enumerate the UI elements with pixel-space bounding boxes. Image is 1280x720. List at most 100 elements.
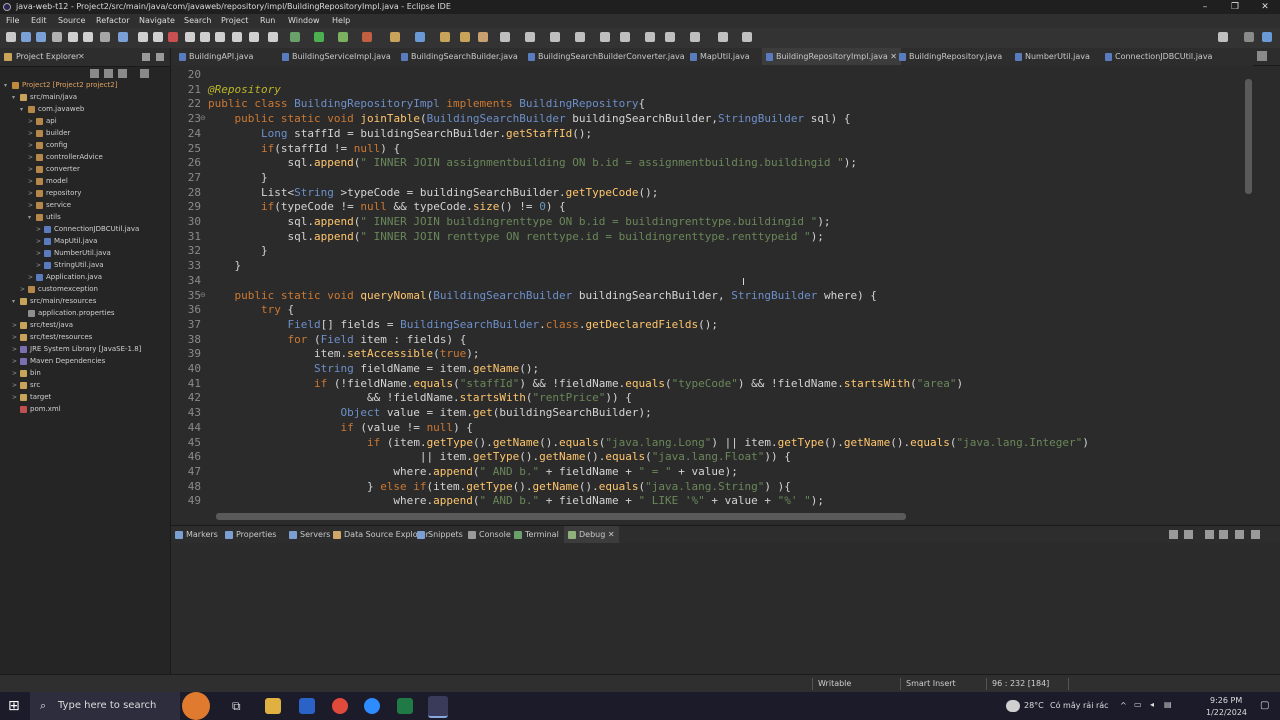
editor-horizontal-scrollbar[interactable]	[206, 512, 1244, 521]
code-line[interactable]: try {	[208, 303, 294, 316]
menu-project[interactable]: Project	[221, 14, 248, 28]
resume-icon[interactable]	[138, 32, 148, 42]
tree-item[interactable]: pom.xml	[12, 403, 61, 415]
bottom-tab[interactable]: Snippets	[417, 526, 463, 543]
cut-icon[interactable]	[100, 32, 110, 42]
editor-tab[interactable]: BuildingSearchBuilderConverter.java	[524, 48, 689, 65]
code-editor[interactable]: 20 21 @Repository 22 public class BuildingRe…	[171, 65, 1246, 512]
tree-item[interactable]: > bin	[12, 367, 41, 379]
tree-item[interactable]: > MapUtil.java	[36, 235, 97, 247]
tree-item[interactable]: > StringUtil.java	[36, 259, 104, 271]
expanded-arrow-icon[interactable]: ▾	[4, 80, 12, 92]
java-ee-perspective-icon[interactable]	[1244, 32, 1254, 42]
open-task-icon[interactable]	[460, 32, 470, 42]
code-line[interactable]: sql.append(" INNER JOIN renttype ON rent…	[208, 230, 823, 243]
bottom-tab[interactable]: Servers	[289, 526, 330, 543]
tree-item[interactable]: > config	[28, 139, 67, 151]
java-perspective-icon[interactable]	[1262, 32, 1272, 42]
code-line[interactable]: }	[208, 171, 268, 184]
tree-item[interactable]: application.properties	[20, 307, 115, 319]
step-into-icon[interactable]	[200, 32, 210, 42]
code-line[interactable]: if (!fieldName.equals("staffId") && !fie…	[208, 377, 963, 390]
previous-annotation-icon[interactable]	[620, 32, 630, 42]
minimize-panel-icon[interactable]	[1235, 530, 1244, 539]
tray-chevron-icon[interactable]: ^	[1120, 701, 1127, 710]
toggle-mark-occurrences-icon[interactable]	[500, 32, 510, 42]
tree-item[interactable]: > target	[12, 391, 51, 403]
zoom-icon[interactable]	[364, 698, 380, 714]
search-icon[interactable]	[478, 32, 488, 42]
menu-refactor[interactable]: Refactor	[96, 14, 130, 28]
undo-icon[interactable]	[68, 32, 78, 42]
expanded-arrow-icon[interactable]: ▾	[12, 296, 20, 308]
expanded-arrow-icon[interactable]: ▾	[28, 212, 36, 224]
bottom-menu-icon[interactable]	[1219, 530, 1228, 539]
remove-terminated-icon[interactable]	[1184, 530, 1193, 539]
debug-icon[interactable]	[290, 32, 300, 42]
bottom-tab[interactable]: Markers	[175, 526, 218, 543]
close-view-icon[interactable]: ✕	[78, 48, 85, 66]
show-whitespace-icon[interactable]	[550, 32, 560, 42]
close-tab-icon[interactable]: ✕	[605, 530, 615, 539]
run-icon[interactable]	[314, 32, 324, 42]
tree-item[interactable]: > customexception	[20, 283, 98, 295]
volume-icon[interactable]: ◂	[1150, 700, 1154, 709]
code-line[interactable]: String fieldName = item.getName();	[208, 362, 539, 375]
code-line[interactable]: Object value = item.get(buildingSearchBu…	[208, 406, 651, 419]
minimize-view-icon[interactable]	[142, 53, 150, 61]
tree-item[interactable]: > repository	[28, 187, 81, 199]
tree-item[interactable]: > api	[28, 115, 57, 127]
task-view-icon[interactable]: ⧉	[232, 698, 248, 714]
clock-time[interactable]: 9:26 PM	[1210, 696, 1242, 705]
tree-item[interactable]: > builder	[28, 127, 70, 139]
code-line[interactable]: List<String >typeCode = buildingSearchBu…	[208, 186, 658, 199]
maximize-icon[interactable]: ❐	[1220, 0, 1250, 14]
print-icon[interactable]	[52, 32, 62, 42]
tree-item[interactable]: > controllerAdvice	[28, 151, 103, 163]
filter-icon[interactable]	[118, 69, 127, 78]
new-icon[interactable]	[6, 32, 16, 42]
collapse-all-icon[interactable]	[90, 69, 99, 78]
tree-item[interactable]: > model	[28, 175, 68, 187]
mail-icon[interactable]	[299, 698, 315, 714]
show-list-icon[interactable]	[1257, 51, 1267, 61]
use-step-filters-icon[interactable]	[268, 32, 278, 42]
excel-icon[interactable]	[397, 698, 413, 714]
chrome-icon[interactable]	[332, 698, 348, 714]
tree-item[interactable]: > ConnectionJDBCUtil.java	[36, 223, 139, 235]
forward-icon[interactable]	[742, 32, 752, 42]
input-language-icon[interactable]: ▤	[1164, 700, 1172, 709]
code-line[interactable]: @Repository	[208, 83, 281, 96]
tree-item[interactable]: ▾ src/main/java	[12, 91, 77, 103]
terminate-icon[interactable]	[168, 32, 178, 42]
tree-item[interactable]: > JRE System Library [JavaSE-1.8]	[12, 343, 141, 355]
save-all-icon[interactable]	[36, 32, 46, 42]
last-edit-location-icon[interactable]	[645, 32, 655, 42]
code-line[interactable]: where.append(" AND b." + fieldName + " L…	[208, 494, 824, 507]
expanded-arrow-icon[interactable]: ▾	[12, 92, 20, 104]
editor-tab[interactable]: BuildingRepositoryImpl.java ✕	[762, 48, 901, 65]
search-toolbar-icon[interactable]	[1218, 32, 1228, 42]
editor-tab[interactable]: BuildingServiceImpl.java	[278, 48, 395, 65]
disconnect-icon[interactable]	[185, 32, 195, 42]
clock-date[interactable]: 1/22/2024	[1206, 708, 1247, 717]
vertical-scroll-thumb[interactable]	[1245, 79, 1252, 194]
code-line[interactable]: item.setAccessible(true);	[208, 347, 480, 360]
maximize-panel-icon[interactable]	[1251, 530, 1260, 539]
menu-help[interactable]: Help	[332, 14, 350, 28]
code-line[interactable]: Long staffId = buildingSearchBuilder.get…	[208, 127, 592, 140]
editor-tab[interactable]: BuildingAPI.java	[175, 48, 257, 65]
code-line[interactable]: } else if(item.getType().getName().equal…	[208, 480, 791, 493]
code-line[interactable]: for (Field item : fields) {	[208, 333, 466, 346]
menu-file[interactable]: File	[6, 14, 19, 28]
view-menu-icon[interactable]	[1205, 530, 1214, 539]
tree-item[interactable]: > service	[28, 199, 71, 211]
redo-icon[interactable]	[83, 32, 93, 42]
debug-view-toolbar-icon[interactable]	[1169, 530, 1178, 539]
tree-item[interactable]: ▾ Project2 [Project2 project2]	[4, 79, 117, 91]
network-icon[interactable]: ▭	[1134, 700, 1142, 709]
forward-history-icon[interactable]	[665, 32, 675, 42]
editor-tab[interactable]: BuildingRepository.java	[895, 48, 1006, 65]
tree-item[interactable]: ▾ src/main/resources	[12, 295, 96, 307]
pin-editor-icon[interactable]	[690, 32, 700, 42]
